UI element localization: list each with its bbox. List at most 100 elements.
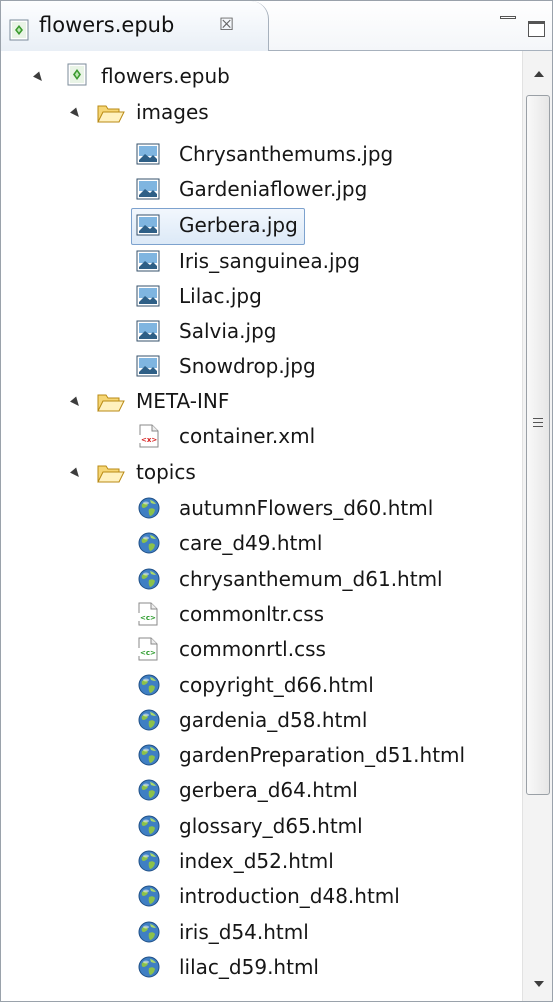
epub-icon [67,63,89,92]
scrollbar-thumb[interactable] [526,95,550,795]
image-file-icon [136,250,160,277]
folder-open-icon [97,462,125,489]
tree-item-file[interactable]: Lilac.jpg [1,279,521,315]
tab-strip: flowers.epub ☒ [1,1,552,51]
grip-line [533,422,543,423]
tree-item-label: index_d52.html [179,849,334,873]
tree-item-label: gardenia_d58.html [179,708,368,732]
tree-item-label: autumnFlowers_d60.html [179,496,434,520]
tree-item-file[interactable]: Snowdrop.jpg [1,349,521,385]
tree-item-file[interactable]: care_d49.html [1,526,521,562]
tree-item-file[interactable]: iris_d54.html [1,915,521,951]
tree-item-images-folder[interactable]: images [1,95,521,131]
html-globe-icon [137,849,161,878]
epub-icon [9,19,31,46]
html-globe-icon [137,531,161,560]
folder-open-icon [97,391,125,418]
tree-item-file[interactable]: chrysanthemum_d61.html [1,562,521,598]
html-globe-icon [137,567,161,596]
svg-text:<c>: <c> [140,649,156,657]
tree-item-label: Gerbera.jpg [179,213,298,237]
tree-item-label: container.xml [179,424,316,448]
tree-item-label: commonltr.css [179,602,325,626]
tree-item-file[interactable]: lilac_d59.html [1,950,521,986]
tree-item-file[interactable]: Iris_sanguinea.jpg [1,244,521,280]
tree-item-file[interactable]: Salvia.jpg [1,314,521,350]
tree-item-topics-folder[interactable]: topics [1,455,521,491]
tree-item-root[interactable]: flowers.epub [1,59,521,95]
tree-item-file[interactable]: index_d52.html [1,844,521,880]
tab-flowers-epub[interactable]: flowers.epub ☒ [1,1,269,51]
expand-toggle-icon[interactable] [70,396,82,409]
tree-item-file[interactable]: gardenPreparation_d51.html [1,738,521,774]
tree-item-label: images [136,100,209,124]
tree-item-file[interactable]: autumnFlowers_d60.html [1,491,521,527]
scroll-down-arrow-icon[interactable] [523,963,552,1001]
tree-item-label: topics [136,460,196,484]
tree-item-label: lilac_d59.html [179,955,319,979]
html-globe-icon [137,920,161,949]
tab-title: flowers.epub [39,13,175,37]
tree-item-file[interactable]: glossary_d65.html [1,809,521,845]
image-file-icon [136,320,160,347]
tree-item-file[interactable]: Gardeniaflower.jpg [1,172,521,208]
tree-item-label: gardenPreparation_d51.html [179,743,466,767]
minimize-view-button[interactable] [500,10,516,24]
project-view: flowers.epub ☒ flowers.epub images Chrys… [0,0,553,1002]
tree-item-file[interactable]: gardenia_d58.html [1,703,521,739]
tree-item-label: Iris_sanguinea.jpg [179,249,360,273]
html-globe-icon [137,884,161,913]
expand-toggle-icon[interactable] [70,467,82,480]
tree-item-file[interactable]: copyright_d66.html [1,668,521,704]
html-globe-icon [137,743,161,772]
tree-item-label: iris_d54.html [179,920,309,944]
html-globe-icon [137,496,161,525]
tree-item-label: gerbera_d64.html [179,778,358,802]
grip-line [533,426,543,427]
tree-item-meta-inf-folder[interactable]: META-INF [1,384,521,420]
tree-item-label: flowers.epub [101,64,230,88]
expand-toggle-icon[interactable] [33,71,45,84]
tree-item-file[interactable]: Chrysanthemums.jpg [1,137,521,173]
xml-file-icon: <x> [138,424,160,453]
image-file-icon [136,178,160,205]
close-icon[interactable]: ☒ [219,15,234,35]
tree-item-file[interactable]: <c> commonrtl.css [1,632,521,668]
tree-item-label: Salvia.jpg [179,319,277,343]
css-file-icon: <c> [137,602,159,631]
tree-item-label: commonrtl.css [179,637,326,661]
image-file-icon [136,214,160,241]
tree-item-file[interactable]: gerbera_d64.html [1,773,521,809]
scroll-up-arrow-icon[interactable] [523,51,552,95]
image-file-icon [136,285,160,312]
tree-item-file[interactable]: <c> commonltr.css [1,597,521,633]
html-globe-icon [137,673,161,702]
folder-open-icon [97,102,125,129]
svg-text:<c>: <c> [140,614,156,622]
vertical-scrollbar[interactable] [522,51,552,1001]
html-globe-icon [137,955,161,984]
tree-item-label: Chrysanthemums.jpg [179,142,394,166]
tree-item-file[interactable]: <x> container.xml [1,419,521,455]
image-file-icon [136,143,160,170]
tree-item-label: Snowdrop.jpg [179,354,316,378]
expand-toggle-icon[interactable] [70,107,82,120]
tree-item-label: glossary_d65.html [179,814,363,838]
tree-item-label: Gardeniaflower.jpg [179,177,368,201]
tree-item-label: copyright_d66.html [179,673,374,697]
tree-item-label: Lilac.jpg [179,284,262,308]
css-file-icon: <c> [137,637,159,666]
tree-item-label: META-INF [136,389,230,413]
html-globe-icon [137,778,161,807]
file-tree: flowers.epub images Chrysanthemums.jpg G… [1,51,522,1001]
tree-item-label: care_d49.html [179,531,323,555]
maximize-view-button[interactable] [528,21,545,37]
tree-item-file-selected[interactable]: Gerbera.jpg [1,208,521,244]
html-globe-icon [137,814,161,843]
tree-item-label: introduction_d48.html [179,884,400,908]
image-file-icon [136,355,160,382]
tree-item-label: chrysanthemum_d61.html [179,567,443,591]
grip-line [533,418,543,419]
html-globe-icon [137,708,161,737]
tree-item-file[interactable]: introduction_d48.html [1,879,521,915]
